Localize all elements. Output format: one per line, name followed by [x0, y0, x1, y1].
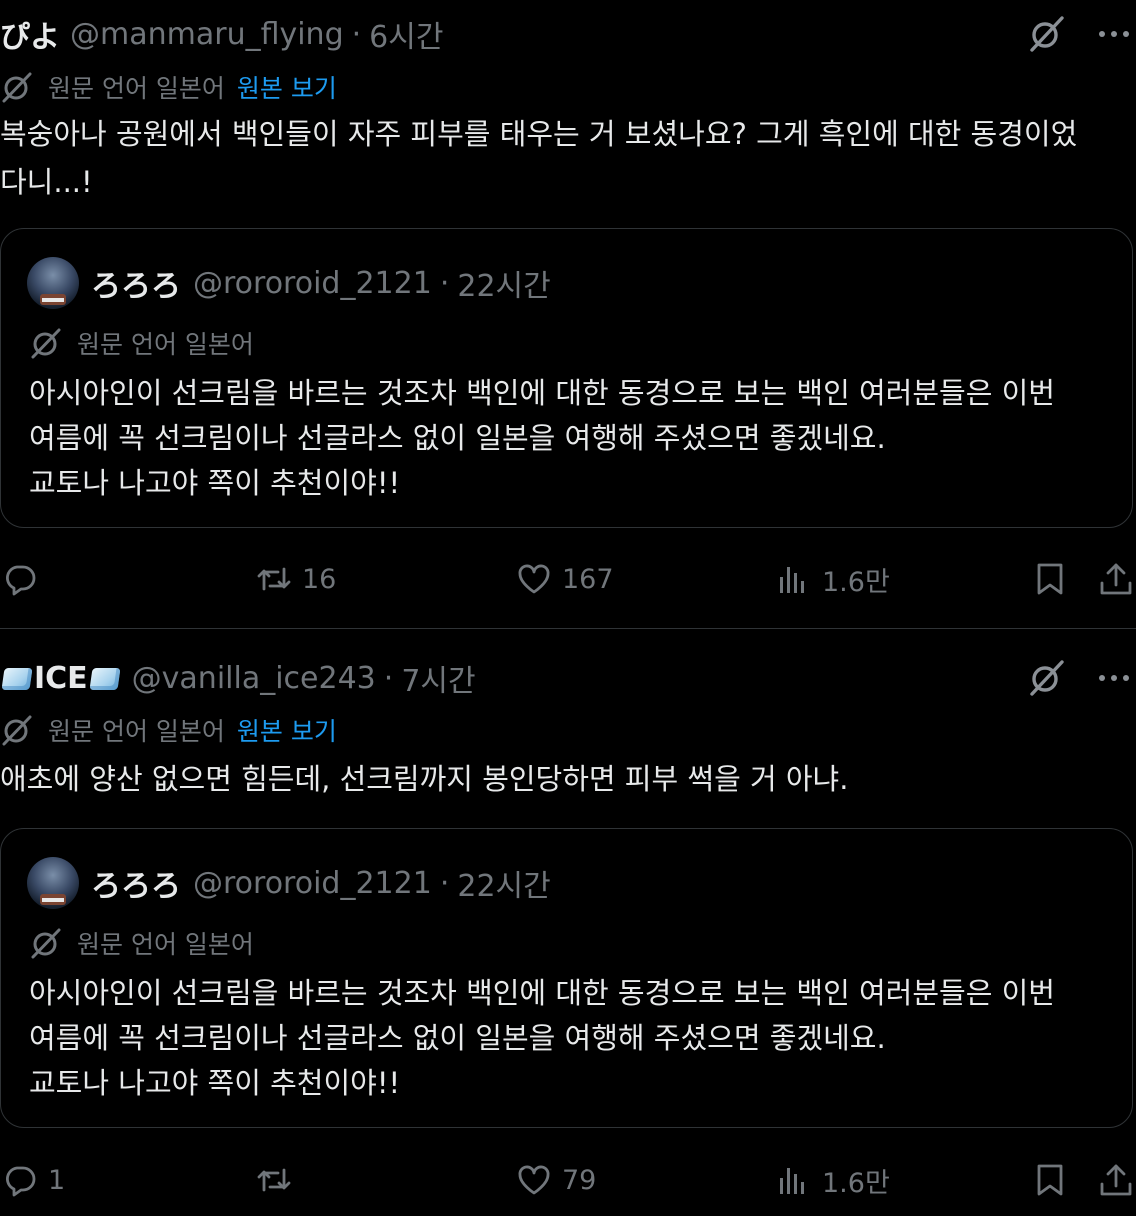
avatar[interactable]	[27, 257, 79, 309]
retweet-icon	[257, 1168, 291, 1192]
views-icon	[780, 567, 804, 593]
like-count: 79	[562, 1164, 597, 1196]
bookmark-icon	[1037, 563, 1063, 595]
quote-translate-label: 원문 언어 일본어	[77, 330, 254, 359]
quote-translate-label: 원문 언어 일본어	[77, 930, 254, 959]
like-icon	[518, 564, 550, 594]
translate-label: 원문 언어 일본어	[48, 717, 225, 746]
like-button[interactable]: 167	[516, 559, 614, 599]
grok-icon[interactable]	[1026, 658, 1066, 698]
show-original-link[interactable]: 원본 보기	[237, 712, 337, 748]
show-original-link[interactable]: 원본 보기	[237, 69, 337, 105]
more-icon[interactable]	[1096, 18, 1132, 50]
post-top-icons	[1026, 12, 1136, 56]
quote-author-handle[interactable]: @rororoid_2121	[193, 866, 432, 901]
quote-author-handle[interactable]: @rororoid_2121	[193, 266, 432, 301]
quote-time: 22시간	[457, 269, 551, 304]
translate-label: 원문 언어 일본어	[48, 74, 225, 103]
retweet-count: 16	[302, 563, 337, 595]
ice-cube-emoji	[0, 663, 34, 693]
retweet-button[interactable]	[256, 1160, 302, 1200]
translation-notice: 원문 언어 일본어 원본 보기	[0, 68, 337, 106]
bookmark-button[interactable]	[1032, 559, 1068, 599]
quote-translation-notice: 원문 언어 일본어	[29, 325, 254, 361]
view-count: 1.6만	[822, 566, 890, 598]
share-icon	[1100, 563, 1132, 595]
translation-notice: 원문 언어 일본어 원본 보기	[0, 711, 337, 749]
separator: ·	[351, 16, 362, 52]
more-icon[interactable]	[1096, 662, 1132, 694]
like-icon	[518, 1165, 550, 1195]
separator: ·	[383, 660, 394, 696]
share-icon	[1100, 1164, 1132, 1196]
quote-author-name[interactable]: ろろろ	[91, 261, 181, 305]
avatar[interactable]	[27, 857, 79, 909]
post[interactable]: ICE @vanilla_ice243 · 7시간 원문 언어 일본어 원본 보…	[0, 629, 1136, 1216]
post-time[interactable]: 6시간	[369, 12, 443, 56]
grok-icon[interactable]	[1026, 14, 1066, 54]
author-handle[interactable]: @manmaru_flying	[70, 17, 344, 52]
quote-header: ろろろ @rororoid_2121 · 22시간	[27, 855, 551, 911]
separator: ·	[439, 265, 450, 301]
post-text: 애초에 양산 없으면 힘든데, 선크림까지 봉인당하면 피부 썩을 거 아냐.	[0, 762, 849, 796]
view-count: 1.6만	[822, 1167, 890, 1199]
views-button[interactable]: 1.6만	[776, 1160, 890, 1200]
quoted-post[interactable]: ろろろ @rororoid_2121 · 22시간 원문 언어 일본어 아시아인…	[0, 228, 1133, 528]
action-bar: 16 167 1.6만	[0, 559, 1136, 599]
post-text: 복숭아나 공원에서 백인들이 자주 피부를 태우는 거 보셨나요? 그게 흑인에…	[0, 117, 1078, 199]
reply-count: 1	[48, 1164, 66, 1196]
author-name[interactable]: ICE	[34, 661, 88, 696]
like-count: 167	[562, 563, 614, 595]
post-header: ぴよ @manmaru_flying · 6시간	[0, 12, 443, 56]
translate-icon	[31, 328, 61, 359]
quoted-post[interactable]: ろろろ @rororoid_2121 · 22시간 원문 언어 일본어 아시아인…	[0, 828, 1133, 1128]
reply-icon	[5, 1166, 36, 1197]
quote-header: ろろろ @rororoid_2121 · 22시간	[27, 255, 551, 311]
translate-icon	[2, 715, 32, 746]
post[interactable]: ぴよ @manmaru_flying · 6시간 원문 언어 일본어 원본 보기…	[0, 0, 1136, 628]
bookmark-icon	[1037, 1164, 1063, 1196]
ice-cube-emoji	[88, 663, 122, 693]
share-button[interactable]	[1098, 559, 1134, 599]
quote-text: 아시아인이 선크림을 바르는 것조차 백인에 대한 동경으로 보는 백인 여러분…	[29, 376, 1055, 500]
quote-text: 아시아인이 선크림을 바르는 것조차 백인에 대한 동경으로 보는 백인 여러분…	[29, 976, 1055, 1100]
reply-icon	[5, 565, 36, 596]
translate-icon	[2, 72, 32, 103]
quote-translation-notice: 원문 언어 일본어	[29, 925, 254, 961]
reply-button[interactable]	[2, 559, 48, 599]
quote-time: 22시간	[457, 869, 551, 904]
post-top-icons	[1026, 656, 1136, 700]
reply-button[interactable]: 1	[2, 1160, 65, 1200]
quote-author-name[interactable]: ろろろ	[91, 861, 181, 905]
author-name[interactable]: ぴよ	[0, 12, 60, 56]
views-button[interactable]: 1.6만	[776, 559, 890, 599]
retweet-button[interactable]: 16	[256, 559, 336, 599]
retweet-icon	[257, 567, 291, 591]
post-header: ICE @vanilla_ice243 · 7시간	[0, 656, 476, 700]
bookmark-button[interactable]	[1032, 1160, 1068, 1200]
post-time[interactable]: 7시간	[401, 656, 475, 700]
author-handle[interactable]: @vanilla_ice243	[132, 661, 376, 696]
action-bar: 1 79 1.6만	[0, 1160, 1136, 1200]
separator: ·	[439, 865, 450, 901]
views-icon	[780, 1168, 804, 1194]
like-button[interactable]: 79	[516, 1160, 596, 1200]
share-button[interactable]	[1098, 1160, 1134, 1200]
translate-icon	[31, 928, 61, 959]
